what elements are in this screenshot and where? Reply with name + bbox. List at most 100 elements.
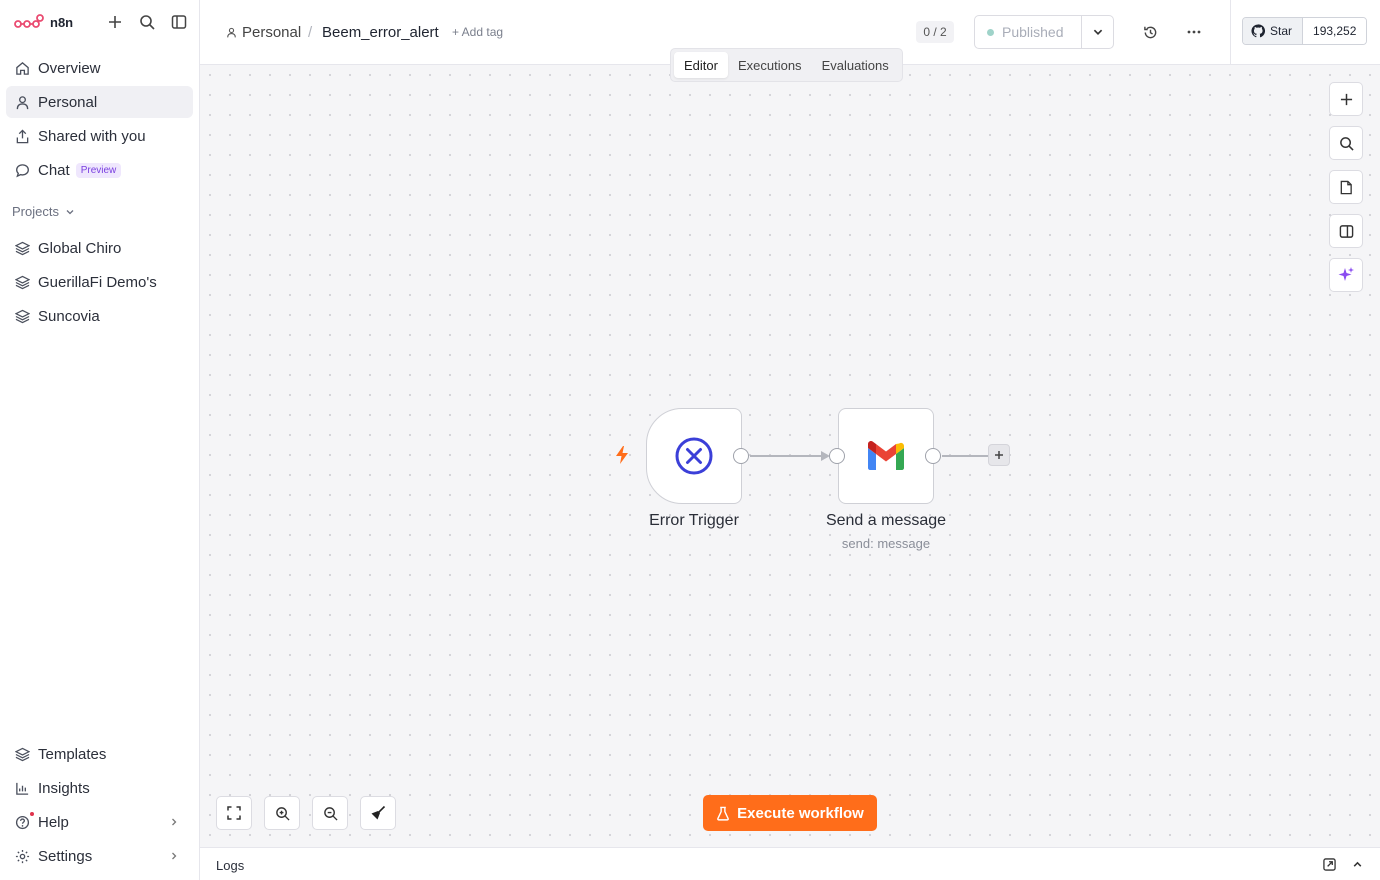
sidebar-item-settings[interactable]: Settings [6,840,193,872]
sidebar-item-label: Global Chiro [38,239,122,257]
node-label: Error Trigger [649,512,739,529]
app-name: n8n [50,14,74,30]
sidebar-item-help[interactable]: Help [6,806,193,838]
canvas-search-button[interactable] [1329,126,1363,160]
chevron-down-icon [1093,29,1102,35]
broom-icon [371,805,386,820]
sidebar-item-insights[interactable]: Insights [6,772,193,804]
publish-label: Published [1002,24,1064,40]
chat-icon [14,162,30,178]
sidebar-item-label: Help [38,813,69,831]
zoom-out-button[interactable] [312,796,348,830]
tab-evaluations[interactable]: Evaluations [812,52,899,78]
node-label: Send a message [825,512,947,529]
tab-executions[interactable]: Executions [728,52,812,78]
add-node-button[interactable] [988,444,1010,466]
node-error-trigger[interactable] [646,408,742,504]
sidebar-project-guerillafi[interactable]: GuerillaFi Demo's [6,266,193,298]
flask-icon [717,806,730,821]
execute-workflow-label: Execute workflow [737,804,864,822]
layers-icon [14,308,30,324]
sidebar-project-suncovia[interactable]: Suncovia [6,300,193,332]
plus-icon [1340,93,1352,105]
search-icon[interactable] [137,12,157,32]
sidebar-item-label: Insights [38,779,90,797]
breadcrumb-project-label: Personal [242,24,302,41]
projects-section-toggle[interactable]: Projects [12,204,75,219]
history-icon[interactable] [1140,22,1160,42]
workflow-canvas[interactable]: Error Trigger Send a message send: messa… [200,65,1380,847]
sidebar-item-personal[interactable]: Personal [6,86,193,118]
gmail-icon [868,440,904,470]
add-node-panel-button[interactable] [1329,82,1363,116]
github-star-label: Star [1270,24,1293,38]
ai-assistant-button[interactable] [1329,258,1363,292]
toggle-panel-button[interactable] [1329,214,1363,248]
publish-dropdown-toggle[interactable] [1082,26,1113,38]
trigger-bolt-icon [616,446,628,464]
github-icon [1251,24,1265,38]
sidebar-item-shared[interactable]: Shared with you [6,120,193,152]
sidebar-item-label: Settings [38,847,93,865]
n8n-logo[interactable]: n8n [14,12,73,32]
zoom-out-icon [323,806,338,821]
collapse-sidebar-icon[interactable] [169,12,189,32]
layers-icon [14,240,30,256]
node-subtitle: send: message [841,536,931,551]
zoom-in-icon [275,806,290,821]
sticky-note-button[interactable] [1329,170,1363,204]
sidebar-item-label: Suncovia [38,307,100,325]
github-star-button[interactable]: Star [1243,18,1304,44]
gear-icon [14,848,30,864]
zoom-in-button[interactable] [264,796,300,830]
create-plus-icon[interactable] [105,12,125,32]
layers-icon [14,274,30,290]
node-send-message[interactable] [838,408,934,504]
pop-out-icon[interactable] [1323,858,1336,871]
logs-panel-bar[interactable]: Logs [200,847,1380,880]
sidebar-item-label: Templates [38,745,107,763]
logs-label: Logs [216,858,245,873]
chevron-right-icon [172,818,177,826]
execute-workflow-button[interactable]: Execute workflow [703,795,877,831]
search-icon [1339,136,1354,151]
n8n-logo-icon [14,14,44,28]
templates-icon [14,746,30,762]
github-star-count[interactable]: 193,252 [1303,18,1367,44]
sidebar: n8n Overview Personal Shared with you Ch… [0,0,200,880]
input-handle[interactable] [829,448,845,464]
breadcrumb-separator: / [308,24,313,41]
plus-icon [995,451,1003,459]
chevron-down-icon [66,209,74,214]
chevron-right-icon [172,852,177,860]
fit-view-button[interactable] [216,796,252,830]
fit-view-icon [227,806,241,820]
error-trigger-icon [675,437,713,475]
sparkle-icon [1338,267,1354,281]
chevron-up-icon[interactable] [1352,859,1363,870]
active-count-badge: 0 / 2 [916,21,954,43]
header-divider [1230,0,1231,64]
home-icon [14,60,30,76]
breadcrumb-project[interactable]: Personal [226,24,301,41]
share-icon [14,128,30,144]
connection-layer [750,451,988,461]
sidebar-item-chat[interactable]: Chat Preview [6,154,193,186]
help-icon [14,814,30,830]
sidebar-item-templates[interactable]: Templates [6,738,193,770]
sidebar-project-global-chiro[interactable]: Global Chiro [6,232,193,264]
sticky-note-icon [1340,180,1352,194]
publish-status-dot [987,28,994,36]
tab-editor[interactable]: Editor [674,52,728,78]
sidebar-item-overview[interactable]: Overview [6,52,193,84]
github-star-widget: Star 193,252 [1242,17,1368,45]
output-handle[interactable] [733,448,749,464]
more-options-icon[interactable] [1184,22,1204,42]
user-icon [14,94,30,110]
workflow-name[interactable]: Beem_error_alert [322,24,439,41]
add-tag-button[interactable]: + Add tag [452,25,503,39]
tidy-up-button[interactable] [360,796,396,830]
publish-button[interactable]: Published [975,16,1082,48]
panel-icon [1339,224,1353,238]
output-handle[interactable] [925,448,941,464]
